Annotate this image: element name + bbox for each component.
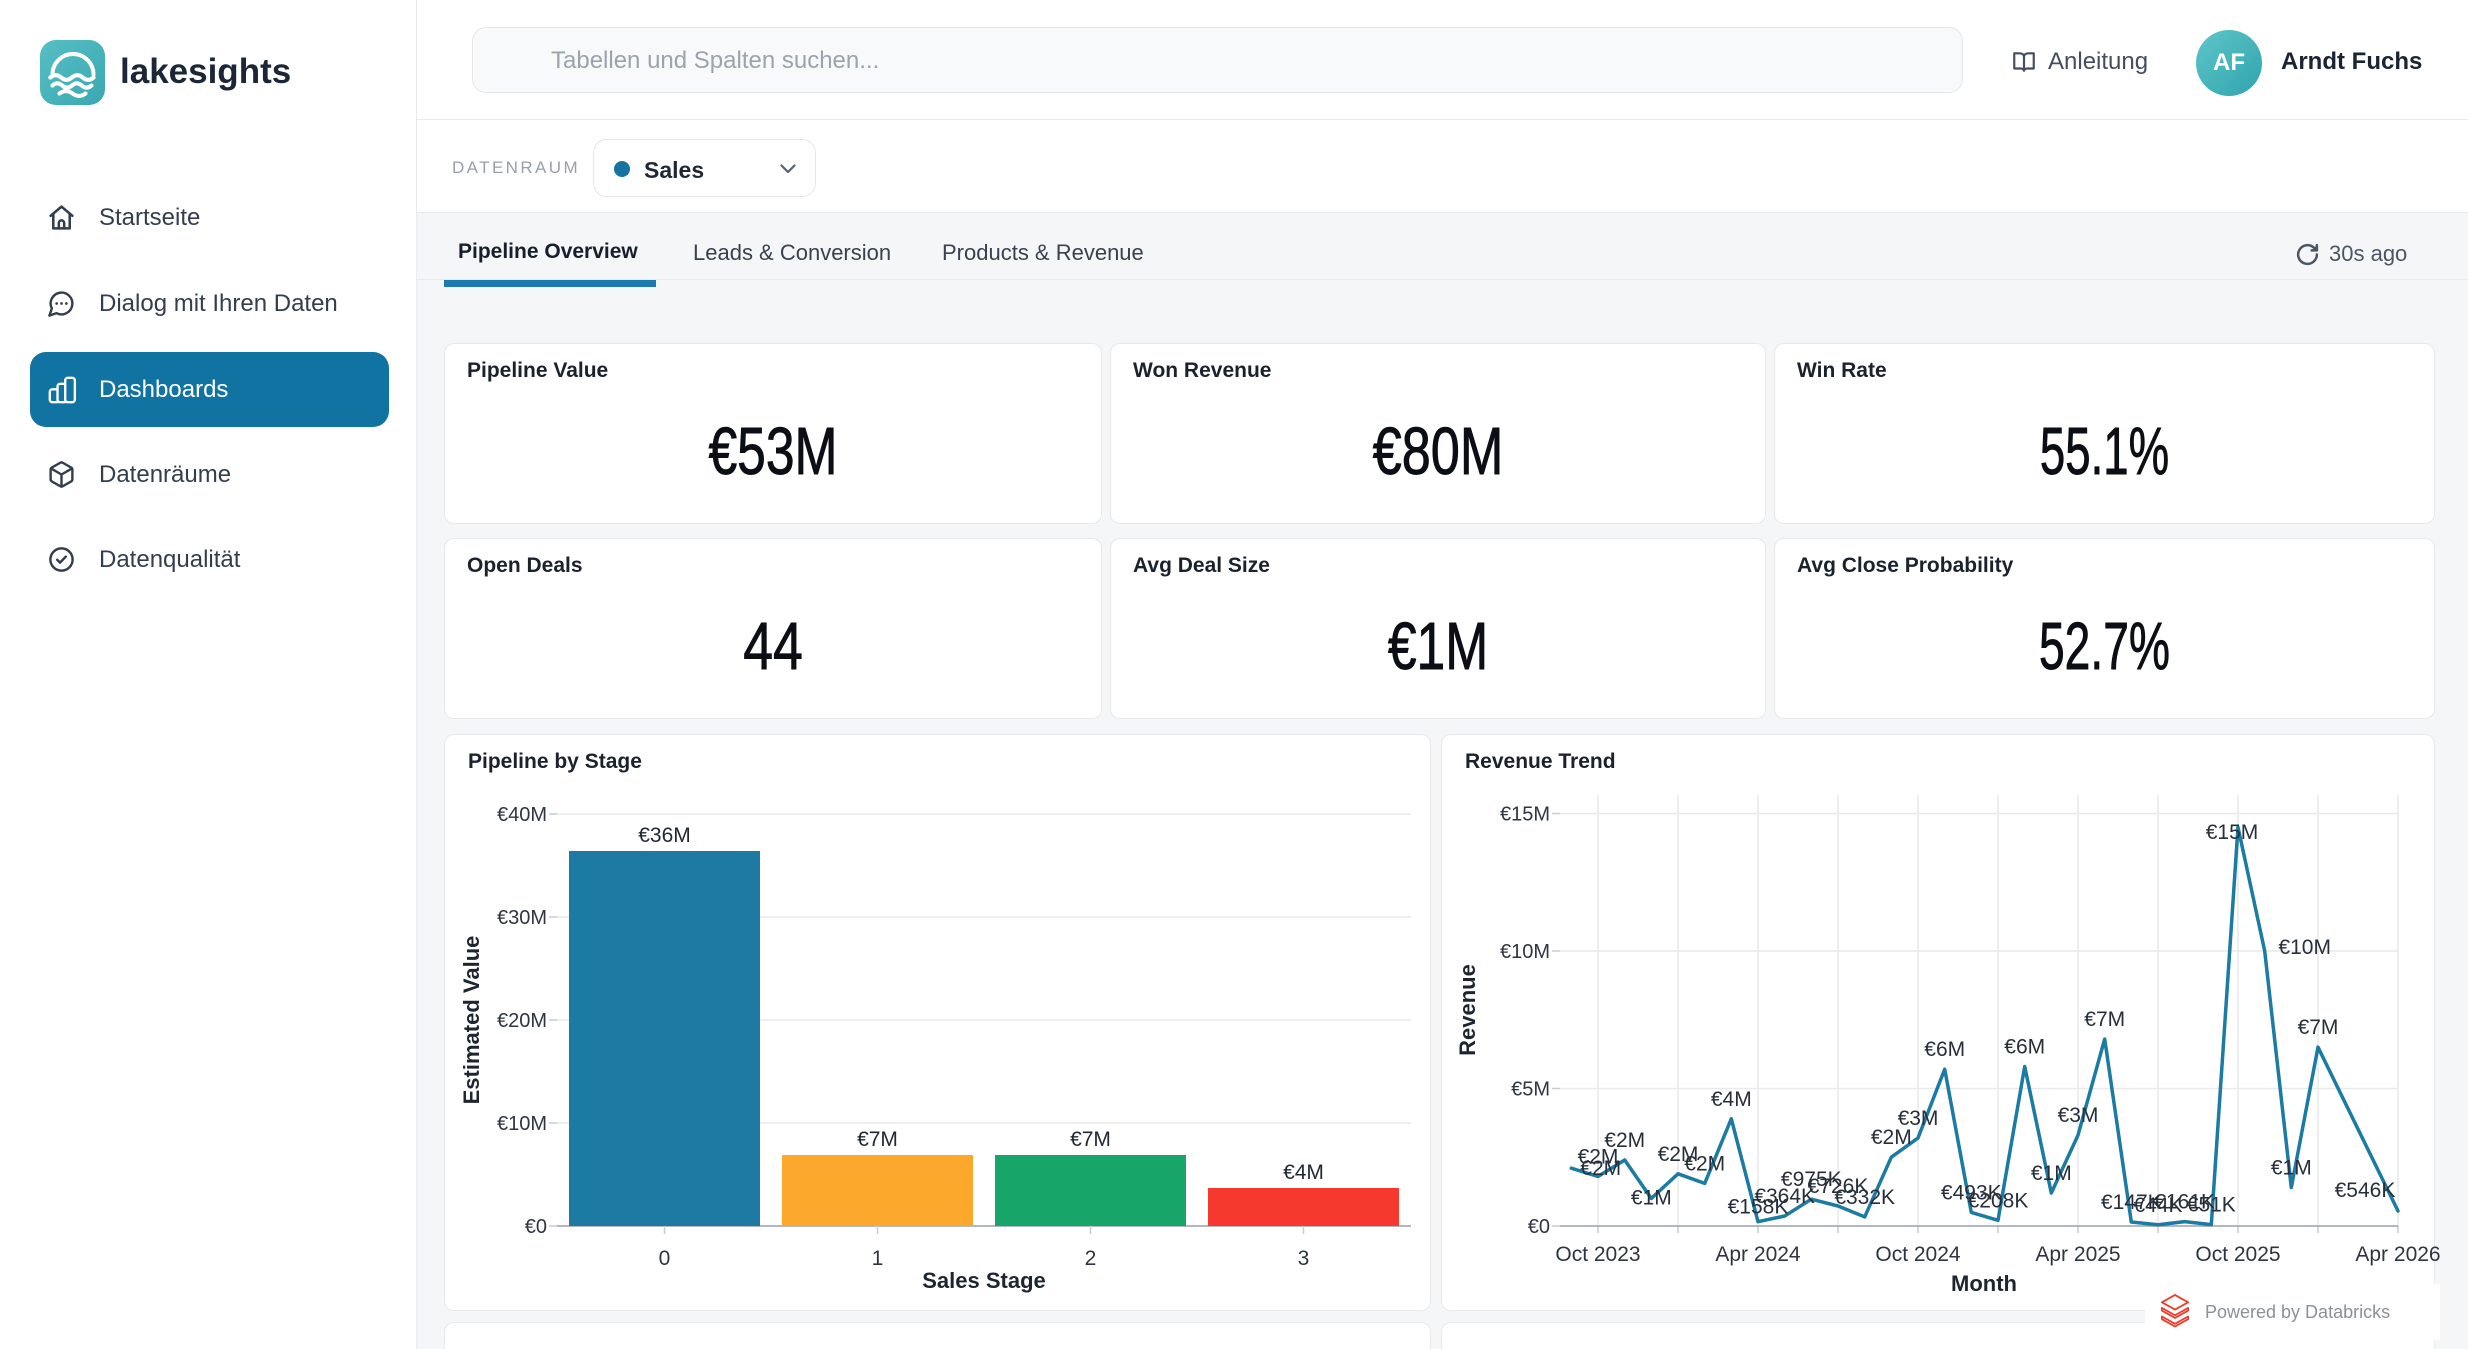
svg-text:€20M: €20M [497, 1010, 547, 1032]
svg-text:€40M: €40M [497, 804, 547, 826]
svg-text:€7M: €7M [857, 1128, 898, 1151]
svg-text:€4M: €4M [1711, 1088, 1752, 1111]
svg-text:1: 1 [872, 1247, 884, 1270]
svg-text:€0: €0 [1528, 1216, 1550, 1238]
svg-text:€2M: €2M [1604, 1129, 1645, 1152]
svg-text:€208K: €208K [1968, 1189, 2029, 1212]
svg-text:Oct 2023: Oct 2023 [1555, 1243, 1640, 1266]
svg-text:€5M: €5M [1511, 1079, 1550, 1101]
svg-text:€7M: €7M [2298, 1016, 2339, 1039]
svg-text:Apr 2025: Apr 2025 [2035, 1243, 2120, 1266]
svg-text:€3M: €3M [1898, 1107, 1939, 1130]
svg-text:Month: Month [1951, 1271, 2017, 1296]
svg-text:€1M: €1M [1631, 1187, 1672, 1210]
svg-text:€4M: €4M [1283, 1161, 1324, 1184]
svg-text:€7M: €7M [1070, 1128, 1111, 1151]
svg-text:€0: €0 [525, 1216, 547, 1238]
svg-text:€6M: €6M [1924, 1038, 1965, 1061]
svg-text:€1M: €1M [2271, 1157, 2312, 1180]
svg-text:€10M: €10M [497, 1113, 547, 1135]
svg-text:€546K: €546K [2335, 1179, 2396, 1202]
svg-text:€6M: €6M [2004, 1036, 2045, 1059]
svg-text:€51K: €51K [2187, 1194, 2236, 1217]
svg-text:€7M: €7M [2084, 1008, 2125, 1031]
svg-text:€3M: €3M [2058, 1104, 2099, 1127]
svg-text:€15M: €15M [1500, 804, 1550, 826]
svg-text:Revenue: Revenue [1455, 964, 1480, 1056]
svg-text:3: 3 [1298, 1247, 1310, 1270]
svg-text:€36M: €36M [638, 824, 691, 847]
svg-text:€332K: €332K [1834, 1186, 1895, 1209]
svg-text:0: 0 [659, 1247, 671, 1270]
svg-text:€30M: €30M [497, 907, 547, 929]
svg-text:Apr 2026: Apr 2026 [2355, 1243, 2440, 1266]
svg-text:€10M: €10M [2278, 936, 2331, 959]
svg-text:2: 2 [1085, 1247, 1097, 1270]
svg-text:€2M: €2M [1684, 1152, 1725, 1175]
svg-text:Estimated Value: Estimated Value [459, 936, 484, 1105]
svg-text:Sales Stage: Sales Stage [922, 1268, 1046, 1293]
svg-text:Oct 2024: Oct 2024 [1875, 1243, 1961, 1266]
svg-text:€10M: €10M [1500, 941, 1550, 963]
svg-text:Apr 2024: Apr 2024 [1715, 1243, 1801, 1266]
svg-text:€15M: €15M [2206, 821, 2259, 844]
svg-text:€1M: €1M [2031, 1162, 2072, 1185]
svg-text:Oct 2025: Oct 2025 [2195, 1243, 2280, 1266]
